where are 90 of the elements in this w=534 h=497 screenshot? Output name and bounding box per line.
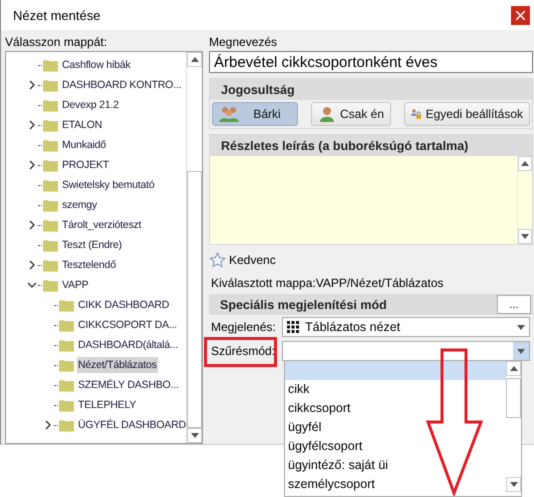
selected-folder-path: Kiválasztott mappa:VAPP/Nézet/Táblázatos [210, 275, 445, 291]
tree-item[interactable]: Munkaidő [61, 137, 107, 153]
tree-item[interactable]: Cashflow hibák [61, 57, 132, 73]
tree-item[interactable]: VAPP [61, 277, 90, 293]
tree-label: Válasszon mappát: [5, 34, 108, 50]
person-icon [318, 105, 336, 123]
permission-button[interactable]: Egyedi beállítások [404, 102, 530, 126]
scroll-up-button[interactable] [518, 156, 532, 171]
folder-icon [43, 238, 58, 252]
grid-icon [287, 321, 299, 333]
window-title: Nézet mentése [13, 8, 100, 22]
dropdown-option[interactable]: ügyintéző: saját üi [285, 456, 506, 475]
folder-icon [43, 98, 58, 112]
dropdown-option[interactable]: személycsoport [285, 475, 506, 494]
scroll-down-button[interactable] [518, 229, 532, 244]
down-arrow-icon [521, 234, 529, 239]
tree-item[interactable]: PROJEKT [61, 157, 110, 173]
up-arrow-icon [510, 366, 518, 371]
down-arrow-icon [517, 348, 525, 354]
close-icon [516, 11, 525, 20]
permission-button[interactable]: Bárki [212, 102, 298, 126]
folder-icon [59, 318, 74, 332]
tree-item[interactable]: ETALON [61, 117, 104, 133]
tree-item[interactable]: szemgy [61, 197, 98, 213]
caret-icon[interactable] [27, 220, 37, 230]
folder-icon [59, 378, 74, 392]
tree-item[interactable]: Nézet/Táblázatos [77, 357, 158, 373]
folder-icon [43, 218, 58, 232]
field-label: Megjelenés: [211, 320, 277, 334]
tree-item[interactable]: Tárolt_verzióteszt [61, 217, 142, 233]
caret-icon[interactable] [27, 120, 37, 130]
dropdown-field[interactable] [282, 341, 530, 361]
panel-title: Jogosultság [221, 82, 295, 96]
dropdown-option[interactable] [285, 361, 506, 380]
tree-item[interactable]: CIKKCSOPORT DA... [77, 317, 178, 333]
scrollbar-thumb[interactable] [506, 378, 521, 418]
down-arrow-icon [190, 433, 198, 438]
close-button[interactable] [511, 6, 530, 25]
folder-icon [43, 178, 58, 192]
caret-icon[interactable] [27, 160, 37, 170]
description-field[interactable] [210, 156, 532, 244]
panel-title: Speciális megjelenítési mód [220, 298, 387, 312]
tree-item[interactable]: SZEMÉLY DASHBO... [77, 377, 180, 393]
folder-icon [43, 198, 58, 212]
folder-icon [43, 118, 58, 132]
folder-icon [59, 398, 74, 412]
tree-item[interactable]: ÜGYFÉL DASHBOARD [77, 417, 186, 433]
dropdown-option[interactable]: ügyfél [285, 418, 506, 437]
up-arrow-icon [521, 161, 529, 166]
dropdown-option[interactable]: cikkcsoport [285, 399, 506, 418]
down-arrow-icon [517, 324, 525, 330]
folder-icon [43, 258, 58, 272]
scroll-down-button[interactable] [506, 477, 521, 492]
up-arrow-icon [190, 57, 198, 62]
scrollbar-thumb[interactable] [187, 171, 202, 428]
down-arrow-icon [510, 482, 518, 487]
tree-item[interactable]: Swietelsky bemutató [61, 177, 156, 193]
dropdown-field[interactable]: Táblázatos nézet [282, 317, 530, 337]
folder-icon [43, 58, 58, 72]
folder-icon [43, 138, 58, 152]
more-button[interactable]: ... [497, 295, 531, 314]
caret-icon[interactable] [43, 420, 53, 430]
folder-icon [43, 158, 58, 172]
folder-icon [59, 338, 74, 352]
tree-item[interactable]: Teszt (Endre) [61, 237, 123, 253]
tree-item[interactable]: TELEPHELY [77, 397, 138, 413]
tree-item[interactable]: DASHBOARD(általá... [77, 337, 180, 353]
scroll-up-button[interactable] [506, 361, 521, 376]
panel-title: Részletes leírás (a buboréksúgó tartalma) [221, 138, 468, 152]
favorite-label: Kedvenc [229, 253, 276, 267]
people-icon [219, 105, 239, 123]
caret-icon[interactable] [27, 80, 37, 90]
scroll-down-button[interactable] [187, 428, 202, 443]
star-icon[interactable] [209, 252, 226, 268]
tree-item[interactable]: CIKK DASHBOARD [77, 297, 170, 313]
folder-icon [59, 418, 74, 432]
field-label: Megnevezés [209, 34, 278, 50]
tree-item[interactable]: DASHBOARD KONTRO... [61, 77, 182, 93]
permission-button[interactable]: Csak én [311, 102, 391, 126]
name-field[interactable]: Árbevétel cikkcsoportonként éves [209, 51, 533, 73]
scroll-up-button[interactable] [187, 52, 202, 67]
field-label: Szűrésmód: [211, 344, 276, 358]
tree-item[interactable]: Tesztelendő [61, 257, 117, 273]
folder-icon [43, 78, 58, 92]
folder-icon [59, 358, 74, 372]
folder-icon [43, 278, 58, 292]
dropdown-option[interactable]: cikk [285, 380, 506, 399]
folder-icon [59, 298, 74, 312]
tree-item[interactable]: Devexp 21.2 [61, 97, 120, 113]
dropdown-option[interactable]: ügyfélcsoport [285, 437, 506, 456]
